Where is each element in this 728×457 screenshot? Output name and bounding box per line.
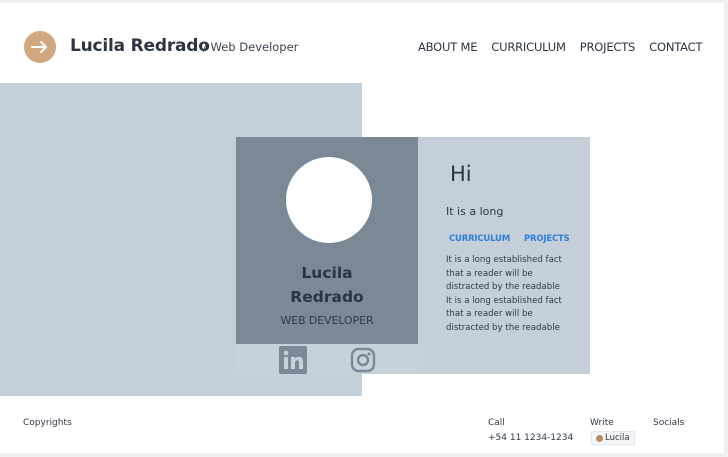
footer-copyright: Copyrights	[23, 418, 72, 428]
profile-first-name: Lucila	[301, 264, 353, 282]
info-body: It is a long established fact that a rea…	[446, 255, 562, 333]
instagram-icon[interactable]	[349, 346, 377, 374]
logo-arrow-icon[interactable]	[24, 31, 56, 63]
write-avatar-icon	[596, 434, 603, 442]
brand-role: / Web Developer	[203, 40, 299, 54]
footer-call-label: Call	[488, 418, 505, 428]
brand-name: Lucila Redrado	[70, 36, 210, 56]
info-title: Hi	[450, 162, 472, 186]
avatar	[286, 157, 372, 243]
footer-socials-label: Socials	[653, 418, 685, 428]
footer-write-value: Lucila	[605, 433, 630, 443]
page: Lucila Redrado / Web Developer ABOUT ME …	[0, 3, 724, 453]
profile-last-name: Redrado	[290, 288, 364, 306]
nav-about-me[interactable]: ABOUT ME	[418, 40, 477, 54]
nav-projects[interactable]: PROJECTS	[580, 40, 636, 54]
info-card: Hi It is a long CURRICULUM PROJECTS It i…	[418, 137, 590, 374]
main-nav: ABOUT ME CURRICULUM PROJECTS CONTACT	[418, 40, 702, 54]
info-link-projects[interactable]: PROJECTS	[524, 234, 570, 244]
footer-write-chip[interactable]: Lucila	[591, 431, 635, 445]
profile-card: Lucila Redrado WEB DEVELOPER	[236, 137, 418, 344]
info-subtitle: It is a long	[446, 205, 504, 218]
profile-role: WEB DEVELOPER	[280, 314, 374, 327]
linkedin-icon[interactable]	[279, 346, 307, 374]
social-bar	[236, 344, 418, 374]
profile-name: Lucila Redrado	[236, 261, 418, 309]
footer-call-value[interactable]: +54 11 1234-1234	[488, 433, 573, 443]
info-links: CURRICULUM PROJECTS	[449, 234, 570, 244]
footer-write-label: Write	[590, 418, 614, 428]
info-link-curriculum[interactable]: CURRICULUM	[449, 234, 510, 244]
nav-contact[interactable]: CONTACT	[649, 40, 702, 54]
nav-curriculum[interactable]: CURRICULUM	[491, 40, 566, 54]
